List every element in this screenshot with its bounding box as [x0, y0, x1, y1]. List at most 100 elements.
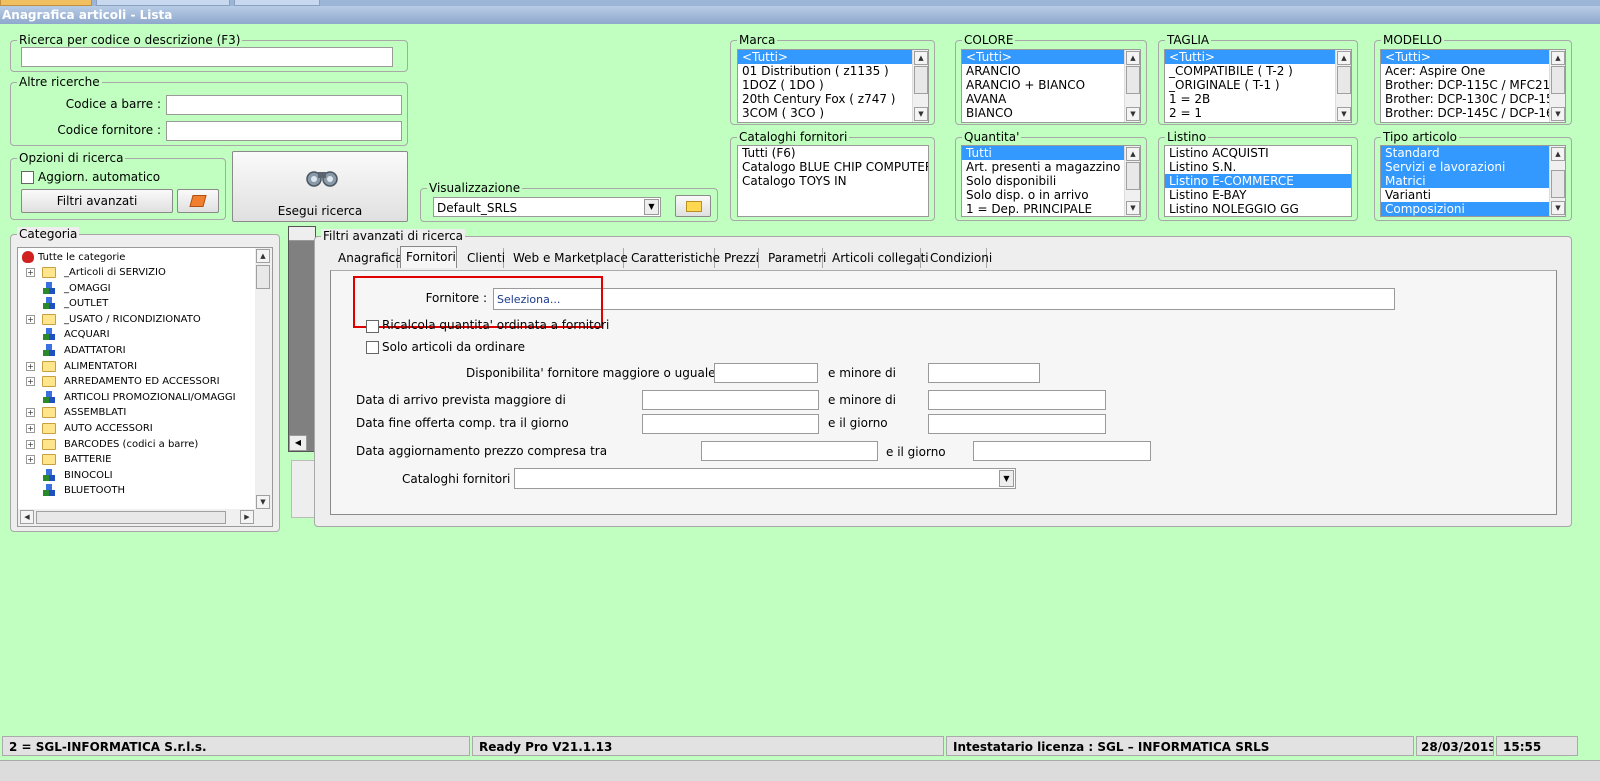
scrollbar[interactable]: ▲ ▼ — [1124, 50, 1140, 122]
price-list-option[interactable]: Listino NOLEGGIO GG — [1165, 202, 1351, 216]
model-option[interactable]: Acer: Aspire One — [1381, 64, 1565, 78]
scrollbar[interactable]: ▲ ▼ — [1549, 50, 1565, 122]
tree-item[interactable]: _OUTLET — [18, 296, 254, 311]
offer-end-from-input[interactable] — [642, 414, 819, 434]
scrollbar[interactable]: ▲ ▼ — [912, 50, 928, 122]
auto-update-checkbox[interactable] — [21, 171, 34, 184]
chevron-down-icon[interactable]: ▼ — [644, 199, 659, 215]
price-update-to-input[interactable] — [973, 441, 1151, 461]
tab-fornitori[interactable]: Fornitori — [400, 246, 457, 268]
brand-option[interactable]: 01 Distribution ( z1135 ) — [738, 64, 928, 78]
tree-item[interactable]: BINOCOLI — [18, 468, 254, 483]
price-update-from-input[interactable] — [701, 441, 878, 461]
expand-icon[interactable]: + — [26, 424, 35, 433]
catalog-option[interactable]: Catalogo BLUE CHIP COMPUTERS S — [738, 160, 928, 174]
supplier-input[interactable]: Seleziona... — [493, 288, 1395, 310]
tree-item[interactable]: + ARREDAMENTO ED ACCESSORI — [18, 374, 254, 389]
tab-articoli-collegati[interactable]: Articoli collegati — [827, 248, 929, 268]
color-listbox[interactable]: <Tutti> ARANCIO ARANCIO + BIANCO AVANA BIANC… — [961, 49, 1141, 123]
tree-item[interactable]: + BARCODES (codici a barre) — [18, 437, 254, 452]
quantity-option[interactable]: 1 = Dep. PRINCIPALE — [962, 202, 1140, 216]
tree-item[interactable]: + ASSEMBLATI — [18, 405, 254, 420]
view-select[interactable]: Default_SRLS ▼ — [433, 197, 661, 217]
price-list-option[interactable]: Listino ACQUISTI — [1165, 146, 1351, 160]
tab-anagrafica[interactable]: Anagrafica — [333, 248, 403, 268]
price-list-listbox[interactable]: Listino ACQUISTI Listino S.N. Listino E-CO… — [1164, 145, 1352, 217]
barcode-input[interactable] — [166, 95, 402, 115]
clear-filters-button[interactable] — [177, 189, 219, 213]
catalogs-select[interactable]: ▼ — [514, 468, 1016, 489]
tree-item[interactable]: + ALIMENTATORI — [18, 359, 254, 374]
results-grid[interactable]: ◀ — [288, 226, 316, 452]
supplier-code-input[interactable] — [166, 121, 402, 141]
color-option[interactable]: BIANCO — [962, 106, 1140, 120]
item-type-option[interactable]: Matrici — [1381, 174, 1565, 188]
tab-parametri[interactable]: Parametri — [763, 248, 826, 268]
scrollbar[interactable]: ▲ ▼ — [1335, 50, 1351, 122]
availability-min-input[interactable] — [714, 363, 818, 383]
tree-item[interactable]: + _USATO / RICONDIZIONATO — [18, 312, 254, 327]
expand-icon[interactable]: + — [26, 377, 35, 387]
brand-option[interactable]: 20th Century Fox ( z747 ) — [738, 92, 928, 106]
recalc-checkbox[interactable] — [366, 320, 379, 333]
supplier-catalogs-listbox[interactable]: Tutti (F6)Catalogo BLUE CHIP COMPUTERS S… — [737, 145, 929, 217]
arrival-date-from-input[interactable] — [642, 390, 819, 410]
item-type-listbox[interactable]: Standard Servizi e lavorazioni Matrici Vari… — [1380, 145, 1566, 217]
item-type-option[interactable]: Standard — [1381, 146, 1565, 160]
price-list-option[interactable]: Listino S.N. — [1165, 160, 1351, 174]
expand-icon[interactable]: + — [26, 268, 35, 277]
model-listbox[interactable]: <Tutti> Acer: Aspire One Brother: DCP-115C… — [1380, 49, 1566, 123]
model-option[interactable]: Brother: DCP-145C / DCP-165 — [1381, 106, 1565, 120]
model-option[interactable]: <Tutti> — [1381, 50, 1565, 64]
advanced-filters-button[interactable]: Filtri avanzati — [21, 189, 173, 213]
expand-icon[interactable]: + — [26, 361, 35, 371]
tree-item[interactable]: + BATTERIE — [18, 452, 254, 467]
catalog-option[interactable]: Catalogo TOYS IN — [738, 174, 928, 188]
color-option[interactable]: AVANA — [962, 92, 1140, 106]
size-option[interactable]: _ORIGINALE ( T-1 ) — [1165, 78, 1351, 92]
item-type-option[interactable]: Varianti — [1381, 188, 1565, 202]
tab-clienti[interactable]: Clienti — [462, 248, 505, 268]
arrival-date-to-input[interactable] — [928, 390, 1106, 410]
search-input[interactable] — [21, 47, 393, 67]
brand-option[interactable]: 1DOZ ( 1DO ) — [738, 78, 928, 92]
availability-max-input[interactable] — [928, 363, 1040, 383]
size-option[interactable]: _COMPATIBILE ( T-2 ) — [1165, 64, 1351, 78]
color-option[interactable]: <Tutti> — [962, 50, 1140, 64]
tree-vscrollbar[interactable]: ▲ ▼ — [255, 248, 272, 510]
tree-item[interactable]: ARTICOLI PROMOZIONALI/OMAGGI — [18, 390, 254, 405]
tab-prezzi[interactable]: Prezzi — [719, 248, 759, 268]
quantity-option[interactable]: Art. presenti a magazzino — [962, 160, 1140, 174]
tree-item[interactable]: + AUTO ACCESSORI — [18, 421, 254, 436]
chevron-down-icon[interactable]: ▼ — [999, 470, 1014, 487]
category-tree[interactable]: Tutte le categorie + _Articoli di SERVIZI… — [17, 247, 273, 527]
quantity-option[interactable]: Solo disp. o in arrivo — [962, 188, 1140, 202]
tab-condizioni[interactable]: Condizioni — [925, 248, 992, 268]
quantity-option[interactable]: Tutti — [962, 146, 1140, 160]
size-option[interactable]: <Tutti> — [1165, 50, 1351, 64]
color-option[interactable]: ARANCIO + BIANCO — [962, 78, 1140, 92]
size-option[interactable]: 1 = 2B — [1165, 92, 1351, 106]
tree-item[interactable]: _OMAGGI — [18, 281, 254, 296]
price-list-option[interactable]: Listino E-COMMERCE — [1165, 174, 1351, 188]
brand-option[interactable]: <Tutti> — [738, 50, 928, 64]
tree-hscrollbar[interactable]: ◀ ▶ — [18, 509, 272, 526]
expand-icon[interactable]: + — [26, 455, 35, 465]
quantity-option[interactable]: Solo disponibili — [962, 174, 1140, 188]
only-to-order-checkbox[interactable] — [366, 341, 379, 354]
price-list-option[interactable]: Listino E-BAY — [1165, 188, 1351, 202]
item-type-option[interactable]: Servizi e lavorazioni — [1381, 160, 1565, 174]
item-type-option[interactable]: Composizioni — [1381, 202, 1565, 216]
tree-item[interactable]: ADATTATORI — [18, 343, 254, 358]
color-option[interactable]: ARANCIO — [962, 64, 1140, 78]
brand-listbox[interactable]: <Tutti> 01 Distribution ( z1135 ) 1DOZ ( 1… — [737, 49, 929, 123]
brand-option[interactable]: 3COM ( 3CO ) — [738, 106, 928, 120]
scrollbar[interactable]: ▲ ▼ — [1549, 146, 1565, 216]
open-folder-button[interactable] — [675, 195, 711, 217]
offer-end-to-input[interactable] — [928, 414, 1106, 434]
model-option[interactable]: Brother: DCP-115C / MFC215 — [1381, 78, 1565, 92]
expand-icon[interactable]: + — [26, 408, 35, 418]
model-option[interactable]: Brother: DCP-130C / DCP-150 — [1381, 92, 1565, 106]
quantity-listbox[interactable]: Tutti Art. presenti a magazzino Solo dispo… — [961, 145, 1141, 217]
scrollbar[interactable]: ▲ ▼ — [1124, 146, 1140, 216]
